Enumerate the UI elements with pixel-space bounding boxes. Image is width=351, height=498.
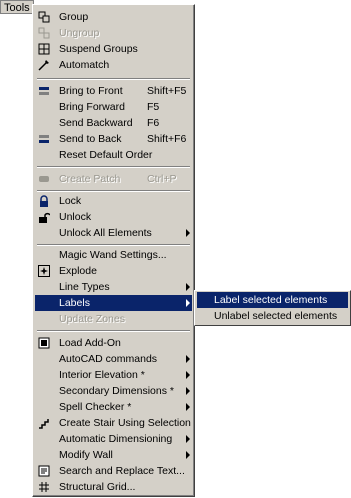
- menu-item-label: Send Backward: [59, 117, 133, 129]
- submenu-arrow-icon: [186, 403, 190, 411]
- menu-item-label: Secondary Dimensions *: [59, 385, 174, 397]
- menu-item-label: Send to Back: [59, 133, 122, 145]
- menu-item-line-types[interactable]: Line Types: [35, 279, 192, 295]
- menu-item-label: Lock: [59, 195, 82, 207]
- menu-item-bring-to-front[interactable]: Bring to Front Shift+F5: [35, 83, 192, 99]
- submenu-arrow-icon: [186, 299, 190, 307]
- menu-item-label: Unlock All Elements: [59, 227, 152, 239]
- submenu-arrow-icon: [186, 435, 190, 443]
- menu-separator: [37, 244, 190, 246]
- tools-menu-title[interactable]: Tools: [0, 0, 34, 14]
- shortcut-text: F6: [147, 117, 160, 129]
- menu-item-label: Create Stair Using Selection: [59, 417, 191, 429]
- search-replace-icon: [38, 465, 50, 477]
- menu-item-bring-forward[interactable]: Bring Forward F5: [35, 99, 192, 115]
- menu-item-unlock[interactable]: Unlock: [35, 209, 192, 225]
- menu-item-label: Spell Checker *: [59, 401, 132, 413]
- menu-item-label: Automatic Dimensioning: [59, 433, 173, 445]
- lock-icon: [38, 195, 50, 207]
- submenu-arrow-icon: [186, 355, 190, 363]
- menu-item-send-backward[interactable]: Send Backward F6: [35, 115, 192, 131]
- menu-item-label: Search and Replace Text...: [59, 465, 185, 477]
- menu-item-label: Bring to Front: [59, 85, 123, 97]
- menu-item-create-patch: Create Patch Ctrl+P: [35, 171, 192, 187]
- menu-item-label: AutoCAD commands: [59, 353, 158, 365]
- menu-item-search-replace[interactable]: Search and Replace Text...: [35, 463, 192, 479]
- labels-submenu: Label selected elements Unlabel selected…: [194, 290, 351, 326]
- submenu-item-label-selected[interactable]: Label selected elements: [197, 292, 348, 308]
- menu-item-unlock-all[interactable]: Unlock All Elements: [35, 225, 192, 241]
- menu-item-load-add-on[interactable]: Load Add-On: [35, 335, 192, 351]
- menu-item-label: Load Add-On: [59, 337, 121, 349]
- menu-item-secondary-dimensions[interactable]: Secondary Dimensions *: [35, 383, 192, 399]
- menu-item-label: Suspend Groups: [59, 43, 138, 55]
- menu-item-label: Modify Wall: [59, 449, 113, 461]
- submenu-arrow-icon: [186, 371, 190, 379]
- addon-icon: [38, 337, 50, 349]
- menu-item-label: Interior Elevation *: [59, 369, 145, 381]
- stair-icon: [38, 417, 50, 429]
- menu-item-label: Magic Wand Settings...: [59, 249, 167, 261]
- send-to-back-icon: [38, 133, 50, 145]
- shortcut-text: Shift+F5: [147, 85, 187, 97]
- submenu-arrow-icon: [186, 229, 190, 237]
- menu-item-group[interactable]: Group: [35, 9, 192, 25]
- menu-item-reset-default-order[interactable]: Reset Default Order: [35, 147, 192, 163]
- patch-icon: [38, 173, 50, 185]
- submenu-item-label: Label selected elements: [214, 294, 328, 306]
- shortcut-text: Ctrl+P: [147, 173, 177, 185]
- menu-item-modify-wall[interactable]: Modify Wall: [35, 447, 192, 463]
- menu-item-explode[interactable]: Explode: [35, 263, 192, 279]
- menu-item-update-zones: Update Zones: [35, 311, 192, 327]
- menu-separator: [37, 166, 190, 168]
- menu-separator: [37, 190, 190, 192]
- menu-item-label: Explode: [59, 265, 97, 277]
- menu-item-label: Reset Default Order: [59, 149, 153, 161]
- ungroup-icon: [38, 27, 50, 39]
- menu-item-label: Automatch: [59, 59, 110, 71]
- menu-item-label: Structural Grid...: [59, 481, 136, 493]
- menu-item-label: Group: [59, 11, 89, 23]
- menu-item-autocad-commands[interactable]: AutoCAD commands: [35, 351, 192, 367]
- tools-dropdown-menu: Group Ungroup Suspend Groups Automatch B…: [32, 4, 195, 497]
- menu-item-label: Ungroup: [59, 27, 100, 39]
- automatch-icon: [38, 59, 50, 71]
- bring-to-front-icon: [38, 85, 50, 97]
- menu-separator: [37, 330, 190, 332]
- explode-icon: [38, 265, 50, 277]
- menu-item-automatic-dimensioning[interactable]: Automatic Dimensioning: [35, 431, 192, 447]
- menu-item-label: Labels: [59, 297, 90, 309]
- menu-item-label: Create Patch: [59, 173, 121, 185]
- tools-menu-label: Tools: [4, 2, 30, 14]
- shortcut-text: F5: [147, 101, 160, 113]
- menu-item-structural-grid[interactable]: Structural Grid...: [35, 479, 192, 495]
- menu-item-automatch[interactable]: Automatch: [35, 57, 192, 73]
- suspend-groups-icon: [38, 43, 50, 55]
- menu-item-ungroup: Ungroup: [35, 25, 192, 41]
- menu-item-label: Update Zones: [59, 313, 125, 325]
- menu-item-lock[interactable]: Lock: [35, 193, 192, 209]
- submenu-item-unlabel-selected[interactable]: Unlabel selected elements: [197, 308, 348, 324]
- shortcut-text: Shift+F6: [147, 133, 187, 145]
- menu-item-magic-wand-settings[interactable]: Magic Wand Settings...: [35, 247, 192, 263]
- menu-item-label: Line Types: [59, 281, 110, 293]
- menu-item-interior-elevation[interactable]: Interior Elevation *: [35, 367, 192, 383]
- menu-item-spell-checker[interactable]: Spell Checker *: [35, 399, 192, 415]
- submenu-item-label: Unlabel selected elements: [214, 310, 338, 322]
- submenu-arrow-icon: [186, 451, 190, 459]
- grid-icon: [38, 481, 50, 493]
- menu-item-create-stair[interactable]: Create Stair Using Selection: [35, 415, 192, 431]
- submenu-arrow-icon: [186, 283, 190, 291]
- menu-item-labels[interactable]: Labels: [35, 295, 192, 311]
- menu-item-send-to-back[interactable]: Send to Back Shift+F6: [35, 131, 192, 147]
- menu-item-suspend-groups[interactable]: Suspend Groups: [35, 41, 192, 57]
- unlock-icon: [38, 211, 51, 223]
- menu-item-label: Bring Forward: [59, 101, 125, 113]
- menu-separator: [37, 78, 190, 80]
- menu-item-label: Unlock: [59, 211, 92, 223]
- group-icon: [38, 11, 50, 23]
- submenu-arrow-icon: [186, 387, 190, 395]
